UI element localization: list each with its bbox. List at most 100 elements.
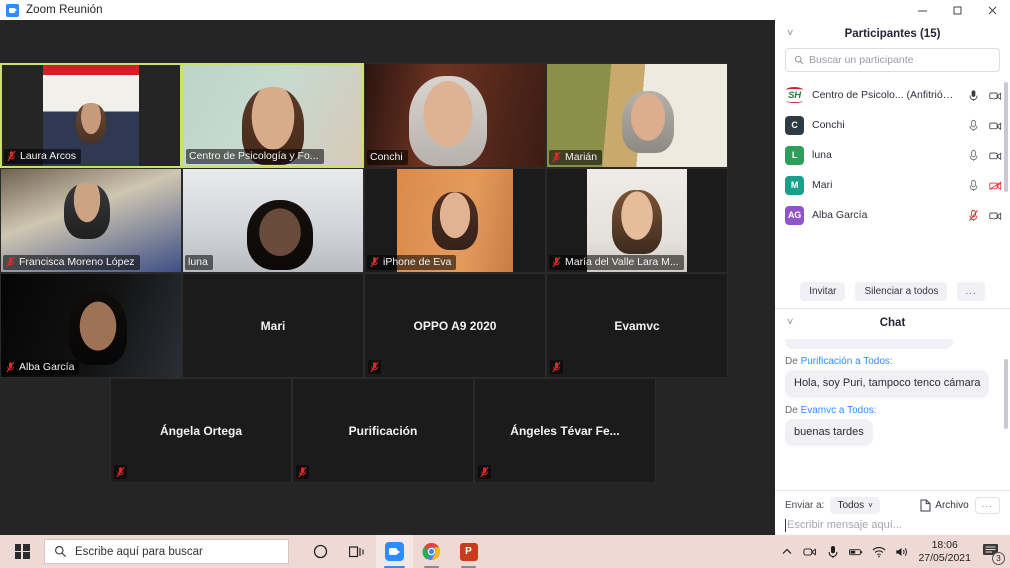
send-to-dropdown[interactable]: Todos ˅: [830, 497, 880, 514]
chat-sender-name[interactable]: Evamvc: [801, 405, 837, 416]
start-button[interactable]: [0, 535, 44, 568]
video-tile-active-speaker[interactable]: Centro de Psicología y Fo...: [182, 63, 364, 168]
notification-count: 3: [992, 551, 1005, 565]
search-input[interactable]: Buscar un participante: [785, 48, 1000, 72]
notification-center-button[interactable]: 3: [982, 542, 1005, 565]
chrome-icon[interactable]: [413, 535, 450, 568]
windows-taskbar: Escribe aquí para buscar P 18:06 27/05/2…: [0, 535, 1010, 568]
participant-row[interactable]: L luna: [775, 140, 1010, 170]
volume-icon[interactable]: [895, 545, 909, 559]
participant-row[interactable]: C Conchi: [775, 110, 1010, 140]
participants-more-button[interactable]: ...: [957, 281, 985, 301]
video-tile[interactable]: Marián: [546, 63, 728, 168]
file-button[interactable]: Archivo: [920, 499, 969, 512]
camera-icon[interactable]: [989, 89, 1002, 102]
chat-sender-name[interactable]: Purificación: [801, 356, 853, 367]
taskbar-clock[interactable]: 18:06 27/05/2021: [918, 539, 971, 564]
mute-all-button[interactable]: Silenciar a todos: [855, 281, 948, 301]
side-panel: ˅ Participantes (15) Buscar un participa…: [775, 20, 1010, 535]
powerpoint-icon[interactable]: P: [450, 535, 487, 568]
video-tile[interactable]: OPPO A9 2020: [364, 273, 546, 378]
chat-scrollbar[interactable]: [1004, 359, 1008, 430]
chevron-down-icon[interactable]: ˅: [787, 28, 793, 40]
wifi-icon[interactable]: [872, 545, 886, 559]
video-tile[interactable]: Laura Arcos: [0, 63, 182, 168]
video-tile[interactable]: Francisca Moreno López: [0, 168, 182, 273]
video-tile[interactable]: Conchi: [364, 63, 546, 168]
window-controls: [905, 0, 1010, 20]
participant-row[interactable]: M Mari: [775, 170, 1010, 200]
avatar-initials: C: [791, 120, 798, 130]
video-tile[interactable]: Ángeles Tévar Fe...: [474, 378, 656, 483]
chat-input[interactable]: Escribir mensaje aquí...: [785, 519, 1000, 532]
file-icon: [920, 499, 931, 512]
video-gallery: Laura Arcos Centro de Psicología y Fo...…: [0, 20, 775, 535]
video-tile[interactable]: luna: [182, 168, 364, 273]
chat-messages[interactable]: De Purificación a Todos: Hola, soy Puri,…: [775, 337, 1010, 490]
participant-row[interactable]: AG Alba García: [775, 200, 1010, 230]
microphone-icon[interactable]: [967, 119, 980, 132]
task-view-icon[interactable]: [339, 535, 376, 568]
camera-icon[interactable]: [989, 209, 1002, 222]
video-tile[interactable]: Mari: [182, 273, 364, 378]
zoom-meeting-window: Zoom Reunión Laura Arcos Centro de Psico…: [0, 0, 1010, 568]
participants-search-wrap: Buscar un participante: [775, 48, 1010, 80]
microphone-icon[interactable]: [967, 149, 980, 162]
taskbar-search-input[interactable]: Escribe aquí para buscar: [44, 539, 289, 564]
avatar: C: [785, 115, 804, 135]
mic-off-icon: [370, 361, 379, 373]
tile-name-text: Centro de Psicología y Fo...: [189, 150, 319, 162]
avatar-initials: SH: [788, 89, 801, 101]
cortana-icon[interactable]: [302, 535, 339, 568]
video-tile[interactable]: Purificación: [292, 378, 474, 483]
participants-scrollbar[interactable]: [1004, 82, 1008, 192]
camera-icon[interactable]: [989, 119, 1002, 132]
search-placeholder: Buscar un participante: [809, 54, 914, 66]
window-title: Zoom Reunión: [26, 4, 103, 16]
microphone-icon[interactable]: [967, 179, 980, 192]
participant-name: Alba García: [812, 209, 868, 221]
chat-from-prefix: De: [785, 404, 798, 416]
chat-message-sender: De Evamvc a Todos:: [785, 405, 1000, 416]
battery-icon[interactable]: [849, 545, 863, 559]
tile-name-label: Alba García: [3, 360, 80, 375]
invite-button[interactable]: Invitar: [800, 281, 846, 301]
chat-more-button[interactable]: ...: [974, 497, 1000, 514]
chat-message-clipped: [785, 339, 953, 350]
tile-name-text: Ángeles Tévar Fe...: [510, 423, 620, 438]
tile-name-text: Mari: [260, 318, 286, 333]
send-to-value: Todos: [837, 500, 865, 511]
video-tile[interactable]: iPhone de Eva: [364, 168, 546, 273]
chat-recipient: a Todos:: [838, 404, 877, 416]
tile-name-text: María del Valle Lara M...: [565, 256, 679, 268]
show-hidden-icons-icon[interactable]: [780, 545, 794, 559]
video-tile[interactable]: María del Valle Lara M...: [546, 168, 728, 273]
camera-off-icon[interactable]: [989, 179, 1002, 192]
mic-off-icon: [6, 361, 15, 373]
avatar-initials: AG: [787, 210, 802, 220]
video-tile[interactable]: Evamvc: [546, 273, 728, 378]
participant-row[interactable]: SH Centro de Psicolo... (Anfitrión, yo): [775, 80, 1010, 110]
participant-status-icons: [967, 89, 1002, 102]
chat-input-placeholder: Escribir mensaje aquí...: [787, 519, 902, 531]
maximize-icon[interactable]: [940, 0, 975, 20]
participants-actions: Invitar Silenciar a todos ...: [775, 274, 1010, 308]
microphone-icon[interactable]: [967, 89, 980, 102]
participants-list[interactable]: SH Centro de Psicolo... (Anfitrión, yo) …: [775, 80, 1010, 274]
search-icon: [55, 546, 66, 557]
minimize-icon[interactable]: [905, 0, 940, 20]
camera-icon[interactable]: [989, 149, 1002, 162]
avatar: AG: [785, 205, 804, 225]
mic-off-icon[interactable]: [967, 209, 980, 222]
chevron-down-icon[interactable]: ˅: [787, 317, 793, 329]
zoom-icon[interactable]: [376, 535, 413, 568]
close-icon[interactable]: [975, 0, 1010, 20]
send-to-label: Enviar a:: [785, 500, 825, 511]
tile-name-text: iPhone de Eva: [383, 256, 452, 268]
camera-icon[interactable]: [803, 545, 817, 559]
tile-name-label: Francisca Moreno López: [3, 255, 140, 270]
video-tile[interactable]: Alba García: [0, 273, 182, 378]
participants-header: ˅ Participantes (15): [775, 20, 1010, 48]
video-tile[interactable]: Ángela Ortega: [110, 378, 292, 483]
microphone-icon[interactable]: [826, 545, 840, 559]
